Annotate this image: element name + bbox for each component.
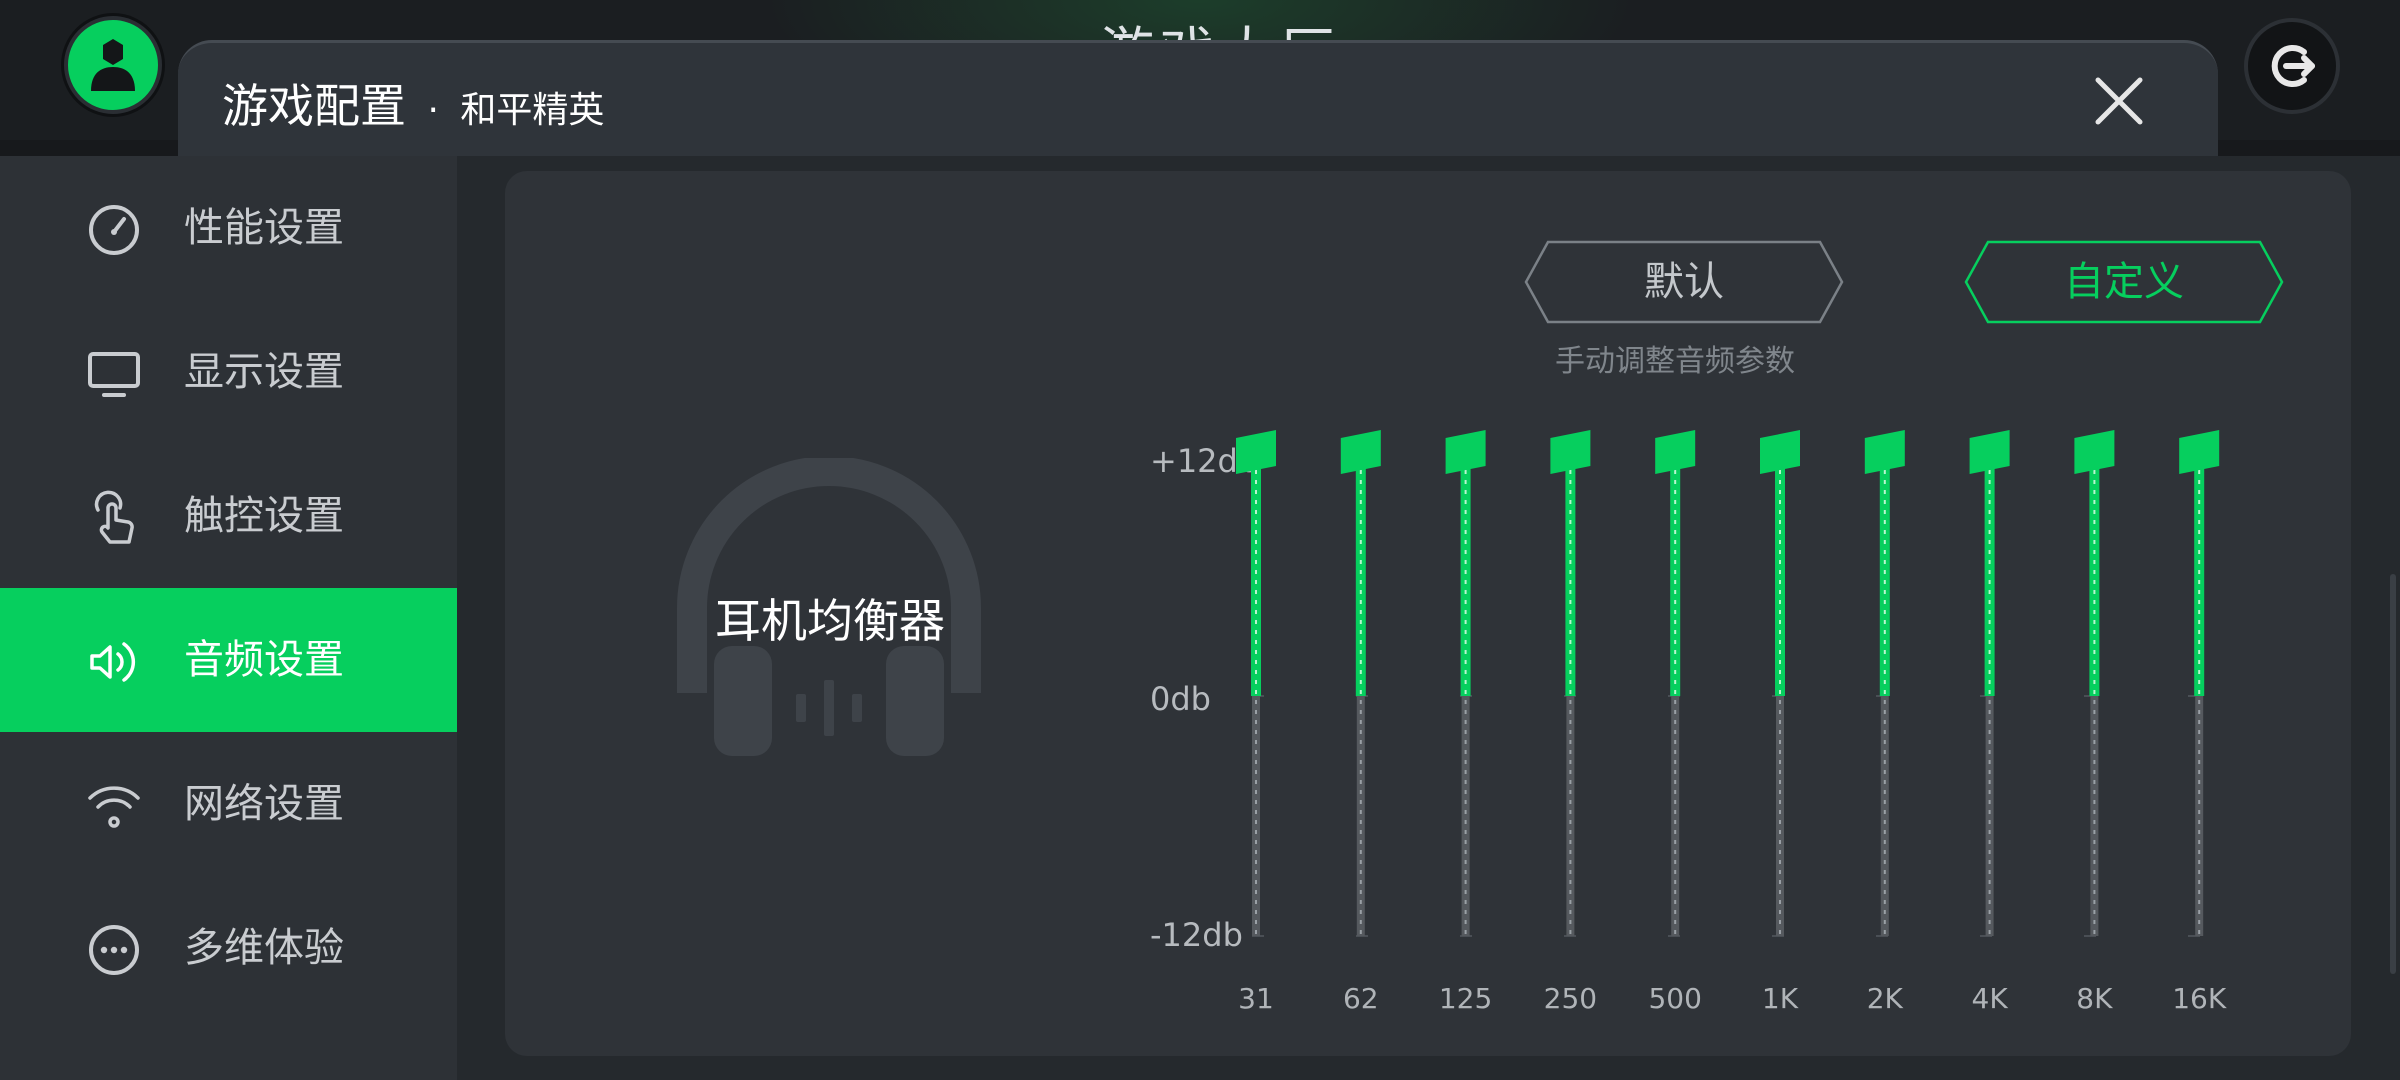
sidebar-item-label: 显示设置 [184, 349, 344, 395]
freq-label-31: 31 [1238, 982, 1274, 1015]
sidebar-item-label: 多维体验 [184, 925, 344, 971]
sidebar-item-label: 音频设置 [184, 637, 344, 683]
slider-knob-16K[interactable] [2179, 430, 2220, 474]
close-icon [2095, 77, 2143, 125]
speedometer-icon [89, 205, 139, 255]
freq-label-16K: 16K [2172, 982, 2227, 1015]
freq-label-250: 250 [1543, 982, 1598, 1015]
avatar-icon [91, 39, 135, 91]
preset-default-label: 默认 [1644, 259, 1724, 305]
wifi-icon [88, 786, 140, 828]
equalizer-title: 耳机均衡器 [715, 594, 945, 648]
avatar[interactable] [64, 16, 162, 114]
more-icon [89, 925, 139, 975]
game-name: 和平精英 [460, 90, 605, 131]
sidebar-item-display[interactable]: 显示设置 [0, 300, 457, 444]
freq-label-62: 62 [1342, 982, 1379, 1015]
panel-title: 游戏配置 · 和平精英 [222, 70, 604, 136]
freq-label-2K: 2K [1866, 982, 1903, 1015]
speaker-icon [90, 642, 136, 682]
slider-knob-1K[interactable] [1760, 430, 1800, 474]
exit-button[interactable] [2244, 18, 2340, 114]
freq-label-125: 125 [1438, 982, 1493, 1015]
slider-knob-500[interactable] [1655, 430, 1696, 474]
sidebar-item-label: 性能设置 [184, 205, 344, 251]
close-button[interactable] [2084, 66, 2154, 136]
sidebar-item-audio[interactable]: 音频设置 [0, 588, 457, 732]
sidebar: 性能设置 显示设置 触控设置 音频设置 网络设置 多维体验 [0, 156, 457, 1080]
slider-knob-8K[interactable] [2074, 430, 2115, 474]
exit-icon [2271, 45, 2315, 87]
sidebar-item-performance[interactable]: 性能设置 [0, 156, 457, 300]
equalizer-sliders[interactable] [1150, 420, 2240, 960]
slider-knob-125[interactable] [1445, 430, 1486, 474]
slider-knob-31[interactable] [1236, 430, 1276, 474]
panel-title-main: 游戏配置 [222, 79, 406, 133]
freq-label-8K: 8K [2076, 982, 2113, 1015]
freq-label-500: 500 [1648, 982, 1702, 1015]
panel-title-separator: · [416, 90, 451, 131]
slider-knob-2K[interactable] [1864, 430, 1905, 474]
freq-label-1K: 1K [1761, 982, 1799, 1015]
slider-knob-62[interactable] [1340, 430, 1381, 474]
touch-icon [94, 490, 134, 544]
preset-custom-label: 自定义 [2064, 259, 2184, 305]
freq-label-4K: 4K [1971, 982, 2008, 1015]
sidebar-item-label: 网络设置 [184, 781, 344, 827]
preset-hint: 手动调整音频参数 [1555, 344, 1795, 379]
sidebar-item-label: 触控设置 [184, 493, 344, 539]
scrollbar[interactable] [2390, 574, 2396, 974]
slider-knob-250[interactable] [1550, 430, 1591, 474]
sidebar-item-multidimensional[interactable]: 多维体验 [0, 876, 457, 1020]
monitor-icon [88, 352, 140, 397]
slider-knob-4K[interactable] [1969, 430, 2010, 474]
sidebar-item-touch[interactable]: 触控设置 [0, 444, 457, 588]
sidebar-item-network[interactable]: 网络设置 [0, 732, 457, 876]
